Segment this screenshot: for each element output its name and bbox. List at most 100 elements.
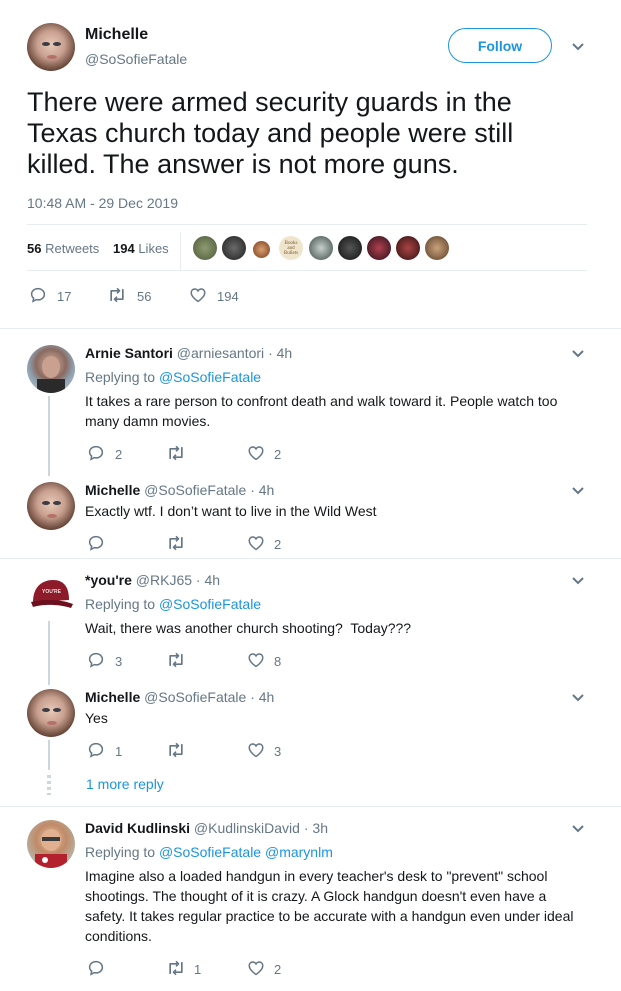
avatar-face	[42, 501, 61, 518]
chevron-down-icon[interactable]	[571, 576, 585, 586]
liker-avatar[interactable]	[338, 236, 362, 260]
author-handle[interactable]: @RKJ65	[136, 572, 192, 588]
liker-avatar[interactable]	[222, 236, 246, 260]
hat-image	[31, 580, 73, 608]
retweets-count: 56	[27, 241, 42, 256]
stats-bottom-divider	[27, 270, 587, 271]
reply-icon[interactable]	[87, 959, 105, 977]
replying-to: Replying to @SoSofieFatale @marynlm	[85, 844, 333, 860]
reply-icon[interactable]	[87, 741, 105, 759]
author-handle[interactable]: @arniesantori	[177, 345, 264, 361]
likes-count: 194	[113, 241, 135, 256]
reply-header: David Kudlinski @KudlinskiDavid · 3h	[85, 820, 328, 836]
avatar[interactable]	[27, 23, 75, 71]
author-name[interactable]: Michelle	[85, 482, 140, 498]
liker-avatar[interactable]	[309, 236, 333, 260]
reply-icon[interactable]	[87, 534, 105, 552]
reply-icon[interactable]	[87, 444, 105, 462]
author-handle[interactable]: @SoSofieFatale	[144, 689, 246, 705]
liker-avatar[interactable]	[367, 236, 391, 260]
reply-count: 1	[115, 744, 123, 759]
retweet-icon[interactable]	[166, 651, 186, 669]
like-icon[interactable]	[247, 444, 265, 462]
reply-count: 2	[115, 447, 123, 462]
author-name[interactable]: Michelle	[85, 689, 140, 705]
retweet-count: 1	[194, 962, 202, 977]
stats-top-divider	[27, 224, 587, 225]
reply-time[interactable]: · 3h	[304, 820, 328, 836]
avatar[interactable]	[27, 689, 75, 737]
reply-text: Imagine also a loaded handgun in every t…	[85, 868, 574, 944]
stats-separator	[180, 232, 181, 270]
avatar[interactable]	[27, 820, 75, 868]
retweets-stat[interactable]: 56 Retweets	[27, 241, 99, 256]
like-icon[interactable]	[247, 651, 265, 669]
reply-time[interactable]: · 4h	[268, 345, 292, 361]
author-handle[interactable]: @SoSofieFatale	[85, 51, 187, 67]
reply-time[interactable]: · 4h	[196, 572, 220, 588]
replying-to-label: Replying to	[85, 369, 156, 385]
thread-connector	[48, 621, 50, 685]
reply-time[interactable]: · 4h	[250, 482, 274, 498]
retweet-icon[interactable]	[107, 286, 127, 304]
avatar-figure	[35, 829, 67, 868]
like-icon[interactable]	[189, 286, 207, 304]
avatar-face	[42, 708, 61, 725]
liker-avatar[interactable]: Books and Bullets	[279, 236, 303, 260]
reply-text: Yes	[85, 710, 108, 726]
replying-to-label: Replying to	[85, 844, 156, 860]
chevron-down-icon[interactable]	[571, 693, 585, 703]
reply-text: Wait, there was another church shooting?…	[85, 620, 412, 636]
author-name[interactable]: *you're	[85, 572, 132, 588]
author-handle[interactable]: @SoSofieFatale	[144, 482, 246, 498]
author-name[interactable]: Arnie Santori	[85, 345, 173, 361]
avatar-figure	[37, 356, 65, 393]
like-count: 3	[274, 744, 282, 759]
retweet-icon[interactable]	[166, 741, 186, 759]
author-name[interactable]: Michelle	[85, 26, 148, 44]
replying-to-link[interactable]: @SoSofieFatale	[159, 369, 261, 385]
chevron-down-icon[interactable]	[571, 42, 585, 52]
more-replies-link[interactable]: 1 more reply	[86, 776, 164, 792]
reply-header: Michelle @SoSofieFatale · 4h	[85, 689, 274, 705]
reply-count: 3	[115, 654, 123, 669]
reply-header: Michelle @SoSofieFatale · 4h	[85, 482, 274, 498]
reply-icon[interactable]	[29, 286, 47, 304]
retweet-icon[interactable]	[166, 959, 186, 977]
retweet-icon[interactable]	[166, 444, 186, 462]
liker-avatar[interactable]	[193, 236, 217, 260]
follow-button[interactable]: Follow	[448, 28, 552, 63]
replying-to: Replying to @SoSofieFatale	[85, 596, 261, 612]
chevron-down-icon[interactable]	[571, 824, 585, 834]
avatar-face	[42, 42, 61, 59]
retweet-count: 56	[137, 289, 152, 304]
reply-count: 17	[57, 289, 72, 304]
retweet-icon[interactable]	[166, 534, 186, 552]
like-count: 2	[274, 447, 282, 462]
liker-avatar[interactable]	[253, 241, 270, 258]
like-count: 2	[274, 537, 282, 552]
hat-text: YOU'RE	[42, 589, 61, 595]
section-divider	[0, 806, 621, 807]
replying-to-link[interactable]: @SoSofieFatale @marynlm	[159, 844, 333, 860]
reply-text: Exactly wtf. I don’t want to live in the…	[85, 503, 377, 519]
chevron-down-icon[interactable]	[571, 349, 585, 359]
liker-avatar[interactable]	[396, 236, 420, 260]
tweet-timestamp[interactable]: 10:48 AM - 29 Dec 2019	[27, 195, 178, 211]
like-icon[interactable]	[247, 959, 265, 977]
likes-stat[interactable]: 194 Likes	[113, 241, 169, 256]
author-handle[interactable]: @KudlinskiDavid	[194, 820, 300, 836]
reply-icon[interactable]	[87, 651, 105, 669]
like-count: 8	[274, 654, 282, 669]
avatar[interactable]: YOU'RE	[27, 572, 75, 620]
avatar[interactable]	[27, 482, 75, 530]
replying-to-label: Replying to	[85, 596, 156, 612]
liker-avatar[interactable]	[425, 236, 449, 260]
chevron-down-icon[interactable]	[571, 486, 585, 496]
reply-time[interactable]: · 4h	[250, 689, 274, 705]
avatar[interactable]	[27, 345, 75, 393]
author-name[interactable]: David Kudlinski	[85, 820, 190, 836]
like-icon[interactable]	[247, 534, 265, 552]
replying-to-link[interactable]: @SoSofieFatale	[159, 596, 261, 612]
like-icon[interactable]	[247, 741, 265, 759]
